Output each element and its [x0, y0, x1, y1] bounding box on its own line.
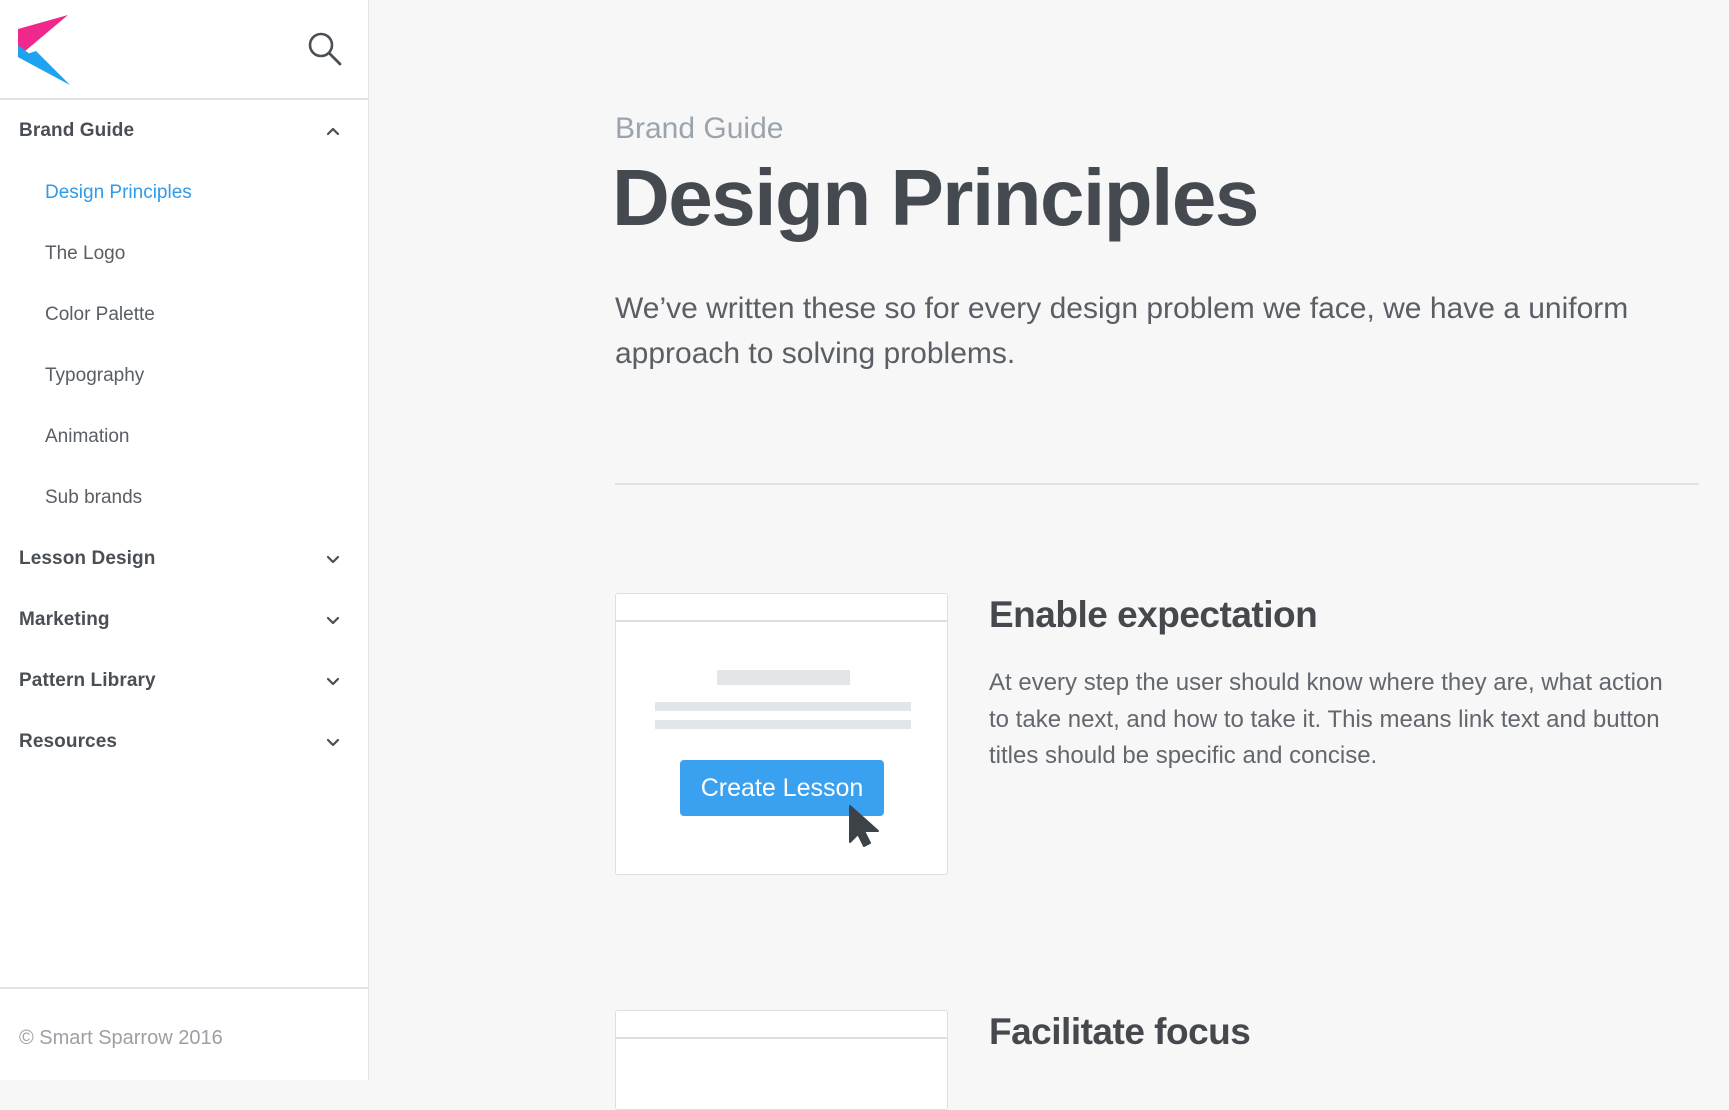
intro-text: We’ve written these so for every design …	[615, 292, 1629, 370]
sidebar-item-label: Typography	[45, 365, 145, 386]
sidebar-header	[0, 0, 368, 100]
nav-section-brand-guide[interactable]: Brand Guide	[0, 106, 368, 156]
sidebar-item-label: Animation	[45, 426, 130, 447]
sidebar: Brand Guide Design Principles The Logo C…	[0, 0, 369, 1080]
placeholder-line	[655, 720, 911, 729]
sidebar-item-label: Color Palette	[45, 304, 155, 325]
sidebar-item-label: The Logo	[45, 243, 126, 264]
chevron-down-icon	[326, 555, 340, 564]
principle-title: Facilitate focus	[989, 1011, 1251, 1052]
sidebar-item-typography[interactable]: Typography	[0, 351, 368, 401]
sidebar-item-design-principles[interactable]: Design Principles	[0, 168, 368, 218]
nav-section-label: Resources	[19, 731, 118, 752]
search-button[interactable]	[306, 30, 344, 68]
sidebar-item-the-logo[interactable]: The Logo	[0, 229, 368, 279]
chevron-down-icon	[326, 616, 340, 625]
smart-sparrow-logo[interactable]	[18, 15, 70, 85]
card-title-bar	[616, 620, 947, 622]
nav-section-label: Brand Guide	[19, 120, 135, 141]
principle-body: At every step the user should know where…	[989, 669, 1663, 769]
principle-illustration-card	[615, 1010, 948, 1110]
sidebar-item-animation[interactable]: Animation	[0, 412, 368, 462]
nav-section-pattern-library[interactable]: Pattern Library	[0, 656, 368, 706]
breadcrumb[interactable]: Brand Guide	[615, 112, 783, 146]
nav-section-resources[interactable]: Resources	[0, 717, 368, 767]
nav-section-marketing[interactable]: Marketing	[0, 595, 368, 645]
copyright-text: © Smart Sparrow 2016	[19, 1027, 223, 1049]
placeholder-heading	[717, 670, 850, 685]
sidebar-item-sub-brands[interactable]: Sub brands	[0, 473, 368, 523]
sidebar-item-color-palette[interactable]: Color Palette	[0, 290, 368, 340]
nav-section-label: Marketing	[19, 609, 110, 630]
divider	[615, 483, 1699, 485]
chevron-down-icon	[326, 738, 340, 747]
principle-title: Enable expectation	[989, 594, 1318, 635]
chevron-down-icon	[326, 677, 340, 686]
mouse-pointer-icon	[849, 805, 879, 847]
principle-illustration-card: Create Lesson	[615, 593, 948, 875]
search-icon	[308, 32, 342, 66]
placeholder-line	[655, 702, 911, 711]
nav-section-label: Lesson Design	[19, 548, 156, 569]
sidebar-footer: © Smart Sparrow 2016	[0, 987, 368, 1080]
card-title-bar	[616, 1037, 947, 1039]
chevron-up-icon	[326, 127, 340, 136]
sidebar-item-label: Sub brands	[45, 487, 143, 508]
nav-section-label: Pattern Library	[19, 670, 156, 691]
nav-section-lesson-design[interactable]: Lesson Design	[0, 534, 368, 584]
sidebar-item-label: Design Principles	[45, 182, 192, 203]
page-title: Design Principles	[612, 153, 1259, 242]
